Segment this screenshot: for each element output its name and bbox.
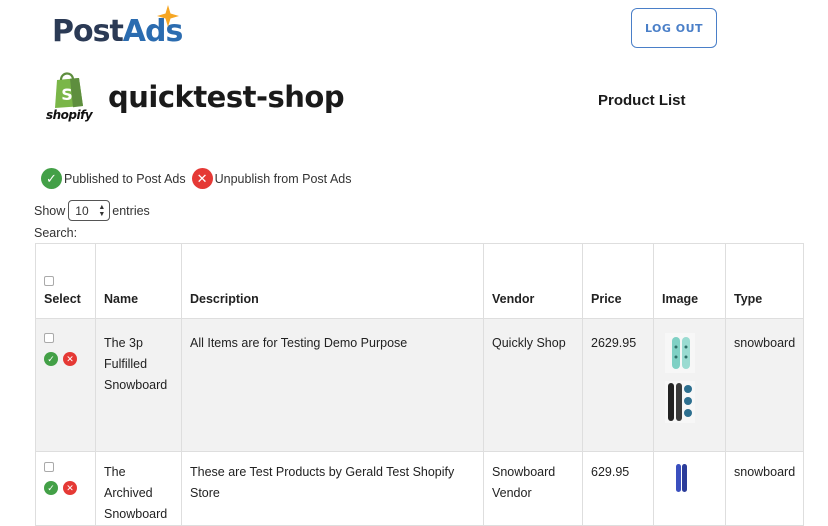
- select-cell: ✓ ✕: [35, 318, 96, 452]
- publish-check-icon[interactable]: ✓: [44, 352, 58, 366]
- product-name-cell: The Archived Snowboard: [95, 451, 182, 526]
- select-all-checkbox[interactable]: [44, 276, 54, 286]
- product-image[interactable]: [662, 333, 698, 425]
- shopify-logo: S shopify: [46, 70, 93, 124]
- svg-text:S: S: [61, 85, 73, 104]
- product-image[interactable]: [662, 462, 698, 492]
- product-vendor-cell: Snowboard Vendor: [483, 451, 583, 526]
- check-circle-icon: ✓: [41, 168, 62, 189]
- column-header-select: Select: [35, 243, 96, 319]
- unpublish-x-icon[interactable]: ✕: [63, 481, 77, 495]
- entries-control: Show 10 ▲ ▼ entries: [34, 200, 150, 221]
- publish-check-icon[interactable]: ✓: [44, 481, 58, 495]
- product-name-cell: The 3p Fulfilled Snowboard: [95, 318, 182, 452]
- column-header-image[interactable]: Image: [653, 243, 726, 319]
- show-label: Show: [34, 203, 66, 218]
- product-price-cell: 629.95: [582, 451, 654, 526]
- product-description-cell: All Items are for Testing Demo Purpose: [181, 318, 484, 452]
- logo-post-text: Post: [52, 14, 124, 49]
- entries-select-value: 10: [75, 203, 89, 218]
- status-legend: ✓ Published to Post Ads ✕ Unpublish from…: [41, 168, 351, 189]
- row-checkbox[interactable]: [44, 333, 54, 343]
- shop-name: quicktest-shop: [108, 80, 345, 114]
- legend-unpublish-label: Unpublish from Post Ads: [214, 171, 352, 186]
- product-description-cell: These are Test Products by Gerald Test S…: [181, 451, 484, 526]
- column-header-type[interactable]: Type: [725, 243, 804, 319]
- product-image-cell: [653, 318, 726, 452]
- row-checkbox[interactable]: [44, 462, 54, 472]
- entries-label: entries: [112, 203, 150, 218]
- product-table: Select Name Description Vendor Price Ima…: [35, 243, 804, 526]
- column-header-name[interactable]: Name: [95, 243, 182, 319]
- logout-button[interactable]: LOG OUT: [631, 8, 717, 48]
- product-image-cell: [653, 451, 726, 526]
- column-header-description[interactable]: Description: [181, 243, 484, 319]
- legend-published-label: Published to Post Ads: [64, 171, 186, 186]
- select-cell: ✓ ✕: [35, 451, 96, 526]
- column-header-vendor[interactable]: Vendor: [483, 243, 583, 319]
- product-price-cell: 2629.95: [582, 318, 654, 452]
- column-header-label: Select: [44, 292, 81, 306]
- page-title: Product List: [598, 92, 686, 109]
- x-circle-icon: ✕: [191, 168, 213, 189]
- select-arrows-icon: ▲ ▼: [98, 203, 106, 218]
- sparkle-icon: [157, 5, 179, 27]
- column-header-price[interactable]: Price: [582, 243, 654, 319]
- shopping-bag-icon: S: [55, 72, 83, 108]
- entries-select[interactable]: 10 ▲ ▼: [68, 200, 111, 221]
- product-vendor-cell: Quickly Shop: [483, 318, 583, 452]
- table-header-row: Select Name Description Vendor Price Ima…: [35, 243, 804, 319]
- product-type-cell: snowboard: [725, 451, 804, 526]
- table-row: ✓ ✕ The Archived Snowboard These are Tes…: [35, 451, 804, 526]
- search-label: Search:: [34, 226, 78, 240]
- table-row: ✓ ✕ The 3p Fulfilled Snowboard All Items…: [35, 318, 804, 452]
- product-type-cell: snowboard: [725, 318, 804, 452]
- shopify-wordmark: shopify: [46, 108, 93, 122]
- postads-logo[interactable]: PostAds: [52, 4, 183, 52]
- unpublish-x-icon[interactable]: ✕: [63, 352, 77, 366]
